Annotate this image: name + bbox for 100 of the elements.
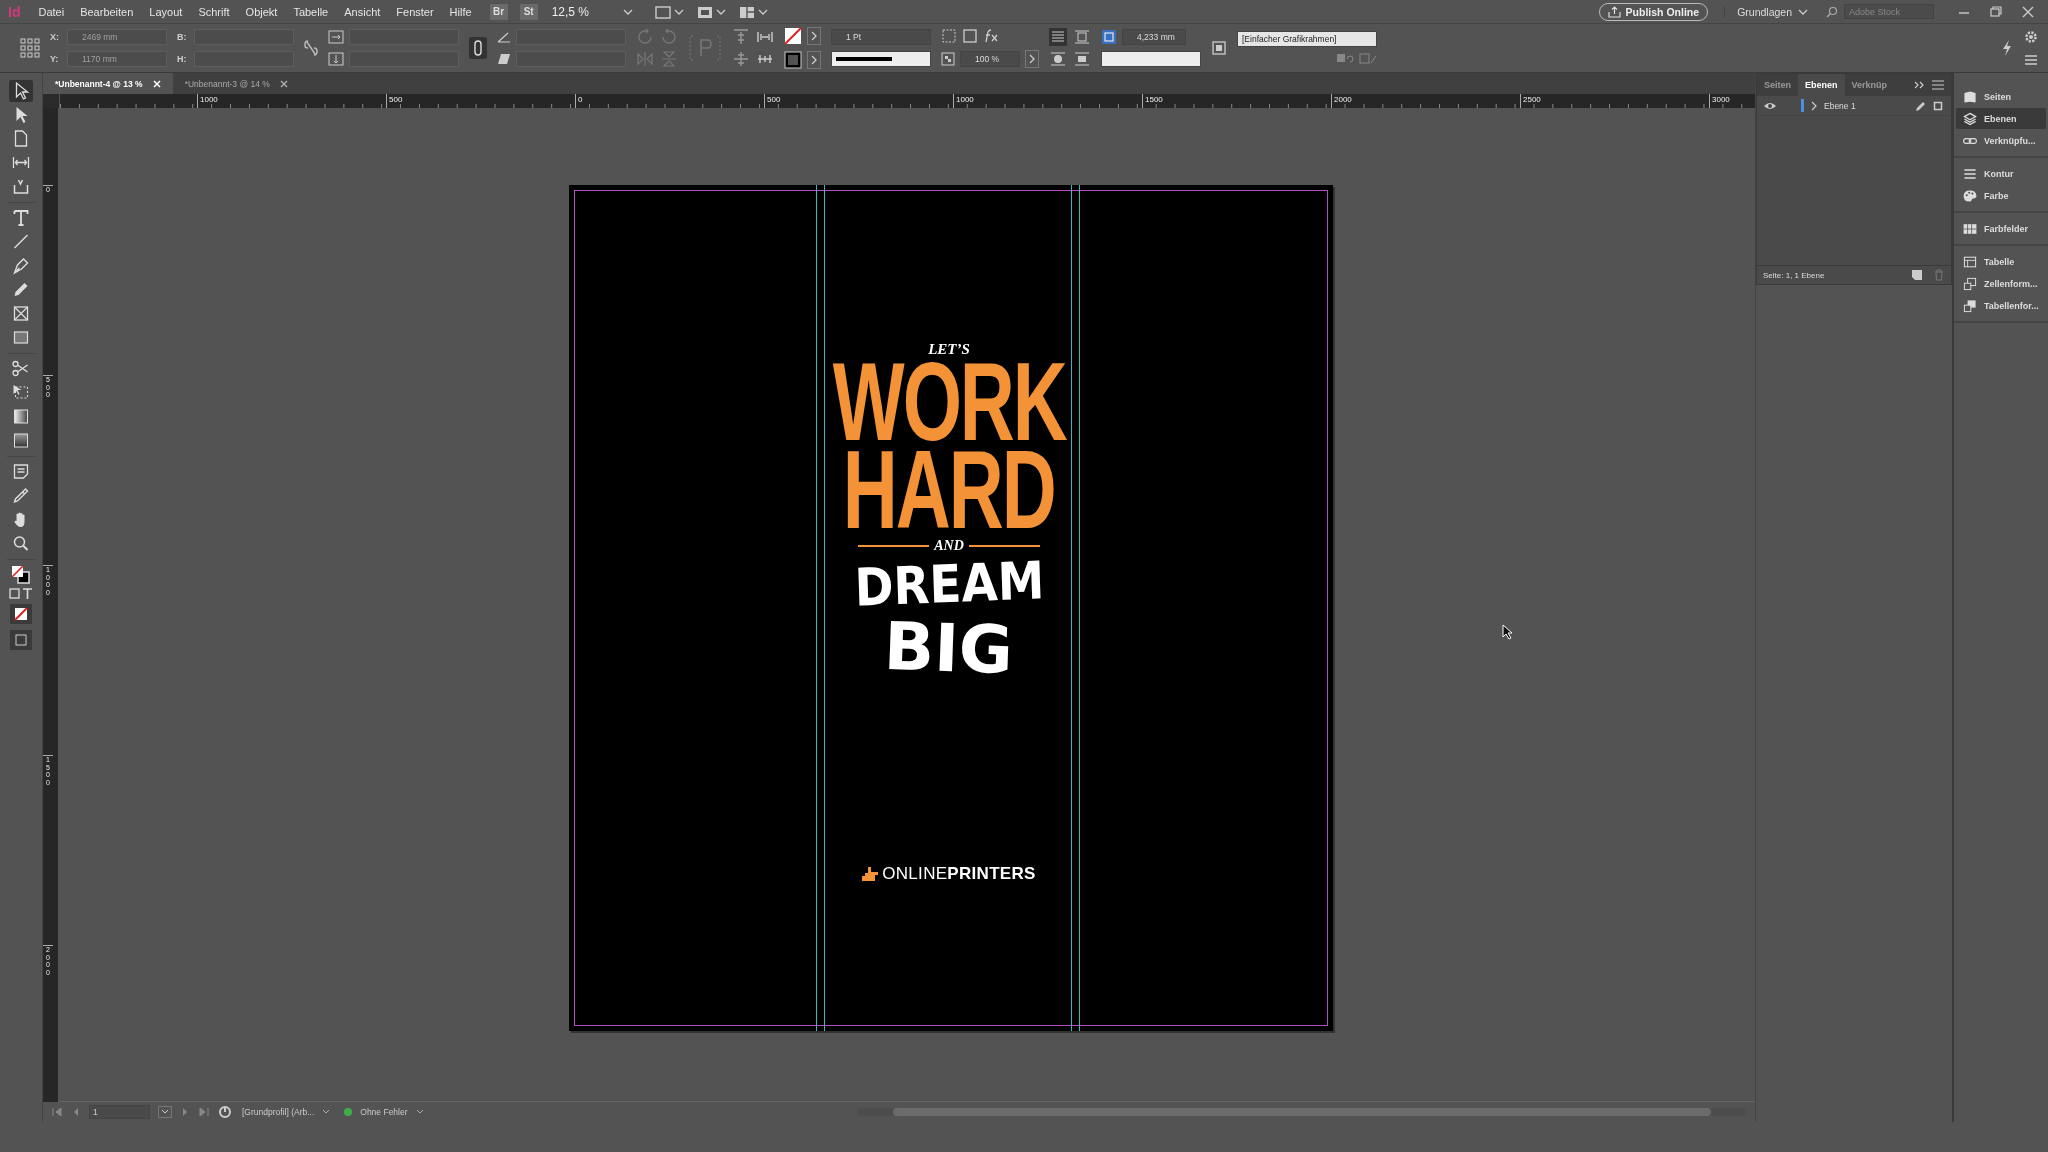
dock-panel-button[interactable]: Tabellenfor... — [1956, 295, 2046, 316]
panel-tab[interactable]: Seiten — [1757, 74, 1798, 96]
brand-logo: ONLINEPRINTERS — [882, 864, 1036, 884]
dock-panel-button[interactable]: Farbfelder — [1956, 218, 2046, 239]
workspace-dropdown[interactable]: Grundlagen — [1724, 5, 1808, 18]
poster-kicker: LET’S — [928, 340, 970, 358]
menu-item[interactable]: Datei — [32, 5, 71, 18]
caret-icon — [623, 7, 633, 16]
close-icon[interactable] — [279, 79, 288, 88]
caret-icon — [322, 1109, 331, 1115]
reference-point-icon[interactable] — [20, 38, 40, 58]
dock-panel-button[interactable]: Verknüpfu... — [1956, 130, 2046, 151]
effects-icon[interactable] — [983, 29, 999, 43]
preflight-status-dropdown[interactable]: Ohne Fehler — [360, 1107, 424, 1117]
field-label: H: — [177, 54, 188, 64]
dock-panel-button[interactable]: Ebenen — [1956, 108, 2046, 129]
zoom-dropdown[interactable]: 12,5 % — [551, 4, 633, 19]
stroke-weight-dropdown[interactable]: 1 Pt — [831, 29, 931, 45]
menu-icon[interactable] — [1931, 80, 1945, 90]
app-launcher-button[interactable]: Br — [489, 3, 508, 20]
horizontal-scrollbar[interactable] — [857, 1108, 1747, 1116]
shear-angle-icon — [497, 53, 511, 65]
page-number-field[interactable]: 1 — [89, 1105, 150, 1119]
layers-icon — [1962, 110, 1978, 127]
document-tab[interactable]: *Unbenannt-3 @ 14 % — [172, 73, 300, 94]
field-label: Y: — [50, 54, 60, 64]
apply-none-icon[interactable] — [8, 602, 34, 626]
frame-offset-icon — [1101, 29, 1117, 45]
expand-panel-icon[interactable] — [1913, 80, 1925, 90]
object-style-dropdown[interactable]: [Einfacher Grafikrahmen] — [1237, 31, 1377, 47]
layer-name: Ebene 1 — [1824, 100, 1856, 111]
offset-field[interactable]: 4,233 mm — [1122, 29, 1186, 45]
chevron-right-icon[interactable] — [1025, 50, 1039, 68]
chevron-right-icon[interactable] — [807, 51, 821, 69]
selection-square-icon[interactable] — [1933, 100, 1943, 111]
dock-panel-button[interactable]: Kontur — [1956, 163, 2046, 184]
constrain-proportions-icon[interactable] — [304, 39, 318, 57]
restore-icon[interactable] — [1988, 4, 2004, 19]
text-wrap-shape-icon[interactable] — [1049, 50, 1067, 68]
link-icon[interactable] — [469, 37, 487, 59]
settings-icon[interactable] — [2024, 30, 2038, 44]
opacity-icon — [941, 52, 955, 66]
document-tab[interactable]: *Unbenannt-4 @ 13 % — [43, 73, 173, 94]
rotate-angle-icon — [497, 31, 511, 43]
dock-panel-button[interactable]: Seiten — [1956, 86, 2046, 107]
align-top-icon[interactable] — [732, 28, 750, 46]
menu-item[interactable]: Objekt — [239, 5, 284, 18]
menu-item[interactable]: Fenster — [390, 5, 440, 18]
fill-swatch-dropdown[interactable] — [1101, 51, 1201, 67]
dock-panel-button[interactable]: Zellenform... — [1956, 273, 2046, 294]
search-icon — [1826, 5, 1840, 18]
menu-item[interactable]: Layout — [143, 5, 189, 18]
view-mode-icon[interactable] — [8, 587, 34, 601]
eye-icon[interactable] — [1763, 100, 1777, 111]
field-label: B: — [177, 32, 188, 42]
poster-headline: WORK — [832, 358, 1066, 446]
menu-icon[interactable] — [2024, 54, 2038, 66]
fill-none-swatch-icon[interactable] — [784, 27, 802, 45]
chevron-right-icon[interactable] — [807, 27, 821, 45]
app-logo: Id — [7, 3, 22, 20]
panel-tab[interactable]: Ebenen — [1798, 74, 1845, 96]
profile-dropdown[interactable]: [Grundprofil] (Arb... — [242, 1107, 331, 1117]
panel-footer-text: Seite: 1, 1 Ebene — [1763, 270, 1825, 280]
horizontal-scale-icon — [328, 30, 344, 44]
logo-mark-icon — [862, 867, 879, 881]
menu-item[interactable]: Schrift — [192, 5, 236, 18]
menu-item[interactable]: Hilfe — [443, 5, 478, 18]
fill-stroke-swatch-icon[interactable] — [9, 563, 33, 587]
stroke-type-dropdown[interactable] — [831, 51, 931, 67]
dock-panel-button[interactable]: Farbe — [1956, 185, 2046, 206]
page-dropdown-icon[interactable] — [158, 1106, 172, 1118]
text-wrap-none-icon[interactable] — [1049, 28, 1067, 46]
text-wrap-jump-icon[interactable] — [1073, 50, 1091, 68]
close-icon[interactable] — [2020, 4, 2036, 19]
lightning-icon[interactable] — [2000, 39, 2014, 57]
menu-item[interactable]: Bearbeiten — [74, 5, 140, 18]
frame-content-icon[interactable] — [962, 28, 978, 44]
new-layer-icon[interactable] — [1911, 269, 1923, 281]
vertical-scale-icon — [328, 52, 344, 66]
stroke-swatch-icon[interactable] — [784, 51, 802, 69]
dock-panel-button[interactable]: Tabelle — [1956, 251, 2046, 272]
share-icon — [1607, 5, 1621, 18]
field-label: X: — [50, 32, 60, 42]
poster-headline: HARD — [843, 446, 1055, 534]
align-center-icon[interactable] — [732, 50, 750, 68]
palette-icon — [1962, 187, 1978, 204]
frame-fitting-icon[interactable] — [1211, 40, 1227, 56]
app-launcher-button[interactable]: St — [519, 3, 538, 20]
selection-tool-icon[interactable] — [9, 80, 33, 102]
caret-icon — [1798, 7, 1808, 16]
layer-row[interactable]: Ebene 1 — [1757, 96, 1951, 116]
menu-item[interactable]: Tabelle — [287, 5, 335, 18]
mouse-pointer-icon — [1502, 624, 1514, 640]
panel-tab[interactable]: Verknüp — [1844, 74, 1895, 96]
opacity-field[interactable]: 100 % — [960, 51, 1020, 67]
table-styles-icon — [1962, 297, 1978, 314]
chevron-right-icon[interactable] — [1810, 100, 1818, 111]
screen-mode-icon[interactable] — [655, 3, 685, 20]
menu-item[interactable]: Ansicht — [338, 5, 387, 18]
pencil-icon — [1915, 99, 1927, 112]
